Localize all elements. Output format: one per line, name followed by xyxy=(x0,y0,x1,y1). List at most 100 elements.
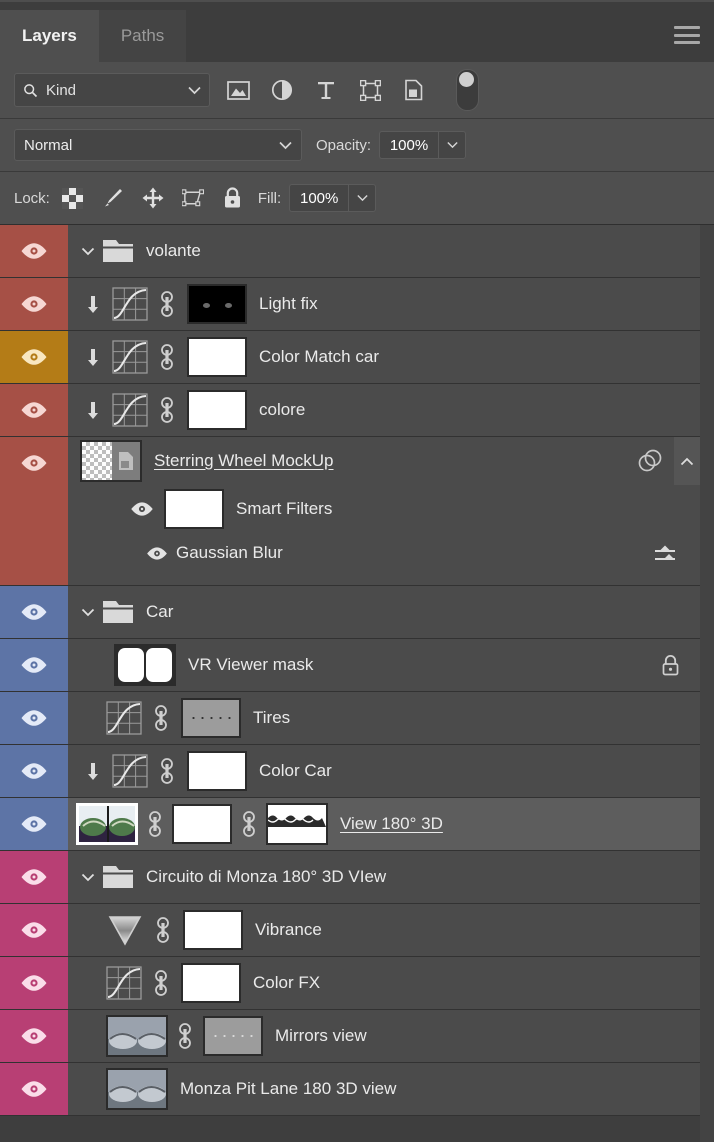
table-row[interactable]: colore xyxy=(0,384,700,437)
lock-transparent-pixels-icon[interactable] xyxy=(62,187,84,209)
layer-name[interactable]: View 180° 3D xyxy=(340,814,443,834)
filter-visibility-toggle[interactable] xyxy=(146,546,168,561)
layer-visibility-toggle[interactable] xyxy=(0,957,68,1009)
fill-field[interactable]: 100% xyxy=(289,184,377,212)
mask-link-icon[interactable] xyxy=(150,703,172,733)
opacity-chevron-down-icon[interactable] xyxy=(438,131,467,159)
smart-filter-name[interactable]: Gaussian Blur xyxy=(176,543,283,563)
layer-row-body[interactable]: Circuito di Monza 180° 3D VIew xyxy=(68,851,700,903)
layer-name[interactable]: Vibrance xyxy=(255,920,322,940)
table-row[interactable]: Color FX xyxy=(0,957,700,1010)
blend-mode-dropdown[interactable]: Normal xyxy=(14,129,302,161)
layer-list[interactable]: volante Light fix Color Match car colore… xyxy=(0,225,714,1142)
layer-visibility-toggle[interactable] xyxy=(0,225,68,277)
smart-filters-row[interactable]: Smart Filters xyxy=(68,485,700,533)
table-row[interactable]: View 180° 3D xyxy=(0,798,700,851)
layer-name[interactable]: Circuito di Monza 180° 3D VIew xyxy=(146,867,386,887)
layer-visibility-toggle[interactable] xyxy=(0,331,68,383)
type-layer-filter-icon[interactable] xyxy=(314,78,338,102)
layer-mask-thumbnail[interactable] xyxy=(187,751,247,791)
group-expand-chevron-icon[interactable] xyxy=(80,247,96,256)
layer-mask-thumbnail[interactable] xyxy=(187,390,247,430)
layer-row-body[interactable]: Light fix xyxy=(68,278,700,330)
mask-link-icon[interactable] xyxy=(152,915,174,945)
fill-value[interactable]: 100% xyxy=(289,184,349,212)
layer-row-body[interactable]: colore xyxy=(68,384,700,436)
smart-filters-visibility-toggle[interactable] xyxy=(130,501,154,517)
layer-name[interactable]: Color Match car xyxy=(259,347,379,367)
mask-link-icon[interactable] xyxy=(144,809,166,839)
layer-row-body[interactable]: Mirrors view xyxy=(68,1010,700,1062)
table-row[interactable]: Tires xyxy=(0,692,700,745)
layer-thumbnail[interactable] xyxy=(106,1015,168,1057)
layer-row-body[interactable]: VR Viewer mask xyxy=(68,639,700,691)
tab-layers[interactable]: Layers xyxy=(0,10,99,62)
layer-visibility-toggle[interactable] xyxy=(0,692,68,744)
layer-row-body[interactable]: volante xyxy=(68,225,700,277)
layer-visibility-toggle[interactable] xyxy=(0,798,68,850)
smart-object-filter-icon[interactable] xyxy=(402,78,426,102)
layer-row-body[interactable]: Color Car xyxy=(68,745,700,797)
vector-mask-thumbnail[interactable] xyxy=(266,803,328,845)
layer-row-body[interactable]: View 180° 3D xyxy=(68,798,700,850)
layer-name[interactable]: Mirrors view xyxy=(275,1026,367,1046)
layer-row-body[interactable]: Monza Pit Lane 180 3D view xyxy=(68,1063,700,1115)
collapse-smart-filters-chevron-icon[interactable] xyxy=(674,437,700,485)
smart-filter-item-row[interactable]: Gaussian Blur xyxy=(68,533,700,573)
filter-blend-options-icon[interactable] xyxy=(652,533,678,573)
layer-mask-thumbnail[interactable] xyxy=(183,910,243,950)
layer-mask-thumbnail[interactable] xyxy=(203,1016,263,1056)
layer-visibility-toggle[interactable] xyxy=(0,586,68,638)
filter-enable-toggle[interactable] xyxy=(456,69,479,111)
filter-kind-dropdown[interactable]: Kind xyxy=(14,73,210,107)
table-row[interactable]: Monza Pit Lane 180 3D view xyxy=(0,1063,700,1116)
layer-row-body[interactable]: Color Match car xyxy=(68,331,700,383)
layer-visibility-toggle[interactable] xyxy=(0,904,68,956)
layer-thumbnail[interactable] xyxy=(76,803,138,845)
mask-link-icon[interactable] xyxy=(174,1021,196,1051)
pixel-layer-filter-icon[interactable] xyxy=(226,78,250,102)
lock-image-pixels-icon[interactable] xyxy=(102,187,124,209)
adjustment-layer-filter-icon[interactable] xyxy=(270,78,294,102)
layer-visibility-toggle[interactable] xyxy=(0,1010,68,1062)
smart-object-thumbnail[interactable] xyxy=(80,440,142,482)
layer-name[interactable]: Sterring Wheel MockUp xyxy=(154,451,334,471)
layer-visibility-toggle[interactable] xyxy=(0,745,68,797)
layer-name[interactable]: VR Viewer mask xyxy=(188,655,313,675)
smart-object-header-row[interactable]: Sterring Wheel MockUp xyxy=(68,437,700,485)
mask-link-icon[interactable] xyxy=(156,395,178,425)
layer-name[interactable]: Light fix xyxy=(259,294,318,314)
layer-mask-thumbnail[interactable] xyxy=(187,284,247,324)
layer-row-body[interactable]: Color FX xyxy=(68,957,700,1009)
opacity-field[interactable]: 100% xyxy=(379,131,467,159)
layer-list-scrollbar[interactable] xyxy=(700,225,714,1142)
layer-visibility-toggle[interactable] xyxy=(0,384,68,436)
layer-name[interactable]: Tires xyxy=(253,708,290,728)
layer-name[interactable]: Color Car xyxy=(259,761,332,781)
tab-paths[interactable]: Paths xyxy=(98,10,187,62)
table-row[interactable]: Light fix xyxy=(0,278,700,331)
lock-position-icon[interactable] xyxy=(142,187,164,209)
table-row[interactable]: volante xyxy=(0,225,700,278)
table-row[interactable]: Color Car xyxy=(0,745,700,798)
mask-link-icon[interactable] xyxy=(156,342,178,372)
layer-row-body[interactable]: Sterring Wheel MockUp Smart Filters Gaus… xyxy=(68,437,700,585)
table-row[interactable]: VR Viewer mask xyxy=(0,639,700,692)
layer-visibility-toggle[interactable] xyxy=(0,1063,68,1115)
table-row[interactable]: Sterring Wheel MockUp Smart Filters Gaus… xyxy=(0,437,700,586)
layer-row-body[interactable]: Car xyxy=(68,586,700,638)
mask-link-icon[interactable] xyxy=(150,968,172,998)
layer-mask-thumbnail[interactable] xyxy=(187,337,247,377)
layer-name[interactable]: Monza Pit Lane 180 3D view xyxy=(180,1079,396,1099)
layer-row-body[interactable]: Vibrance xyxy=(68,904,700,956)
fill-chevron-down-icon[interactable] xyxy=(348,184,377,212)
layer-thumbnail[interactable] xyxy=(114,644,176,686)
layer-visibility-toggle[interactable] xyxy=(0,639,68,691)
layer-mask-thumbnail[interactable] xyxy=(172,804,232,844)
vector-mask-link-icon[interactable] xyxy=(238,809,260,839)
smart-filter-mask-thumbnail[interactable] xyxy=(164,489,224,529)
shape-layer-filter-icon[interactable] xyxy=(358,78,382,102)
layer-name[interactable]: Car xyxy=(146,602,173,622)
lock-artboard-nesting-icon[interactable] xyxy=(181,187,204,209)
layer-mask-thumbnail[interactable] xyxy=(181,698,241,738)
